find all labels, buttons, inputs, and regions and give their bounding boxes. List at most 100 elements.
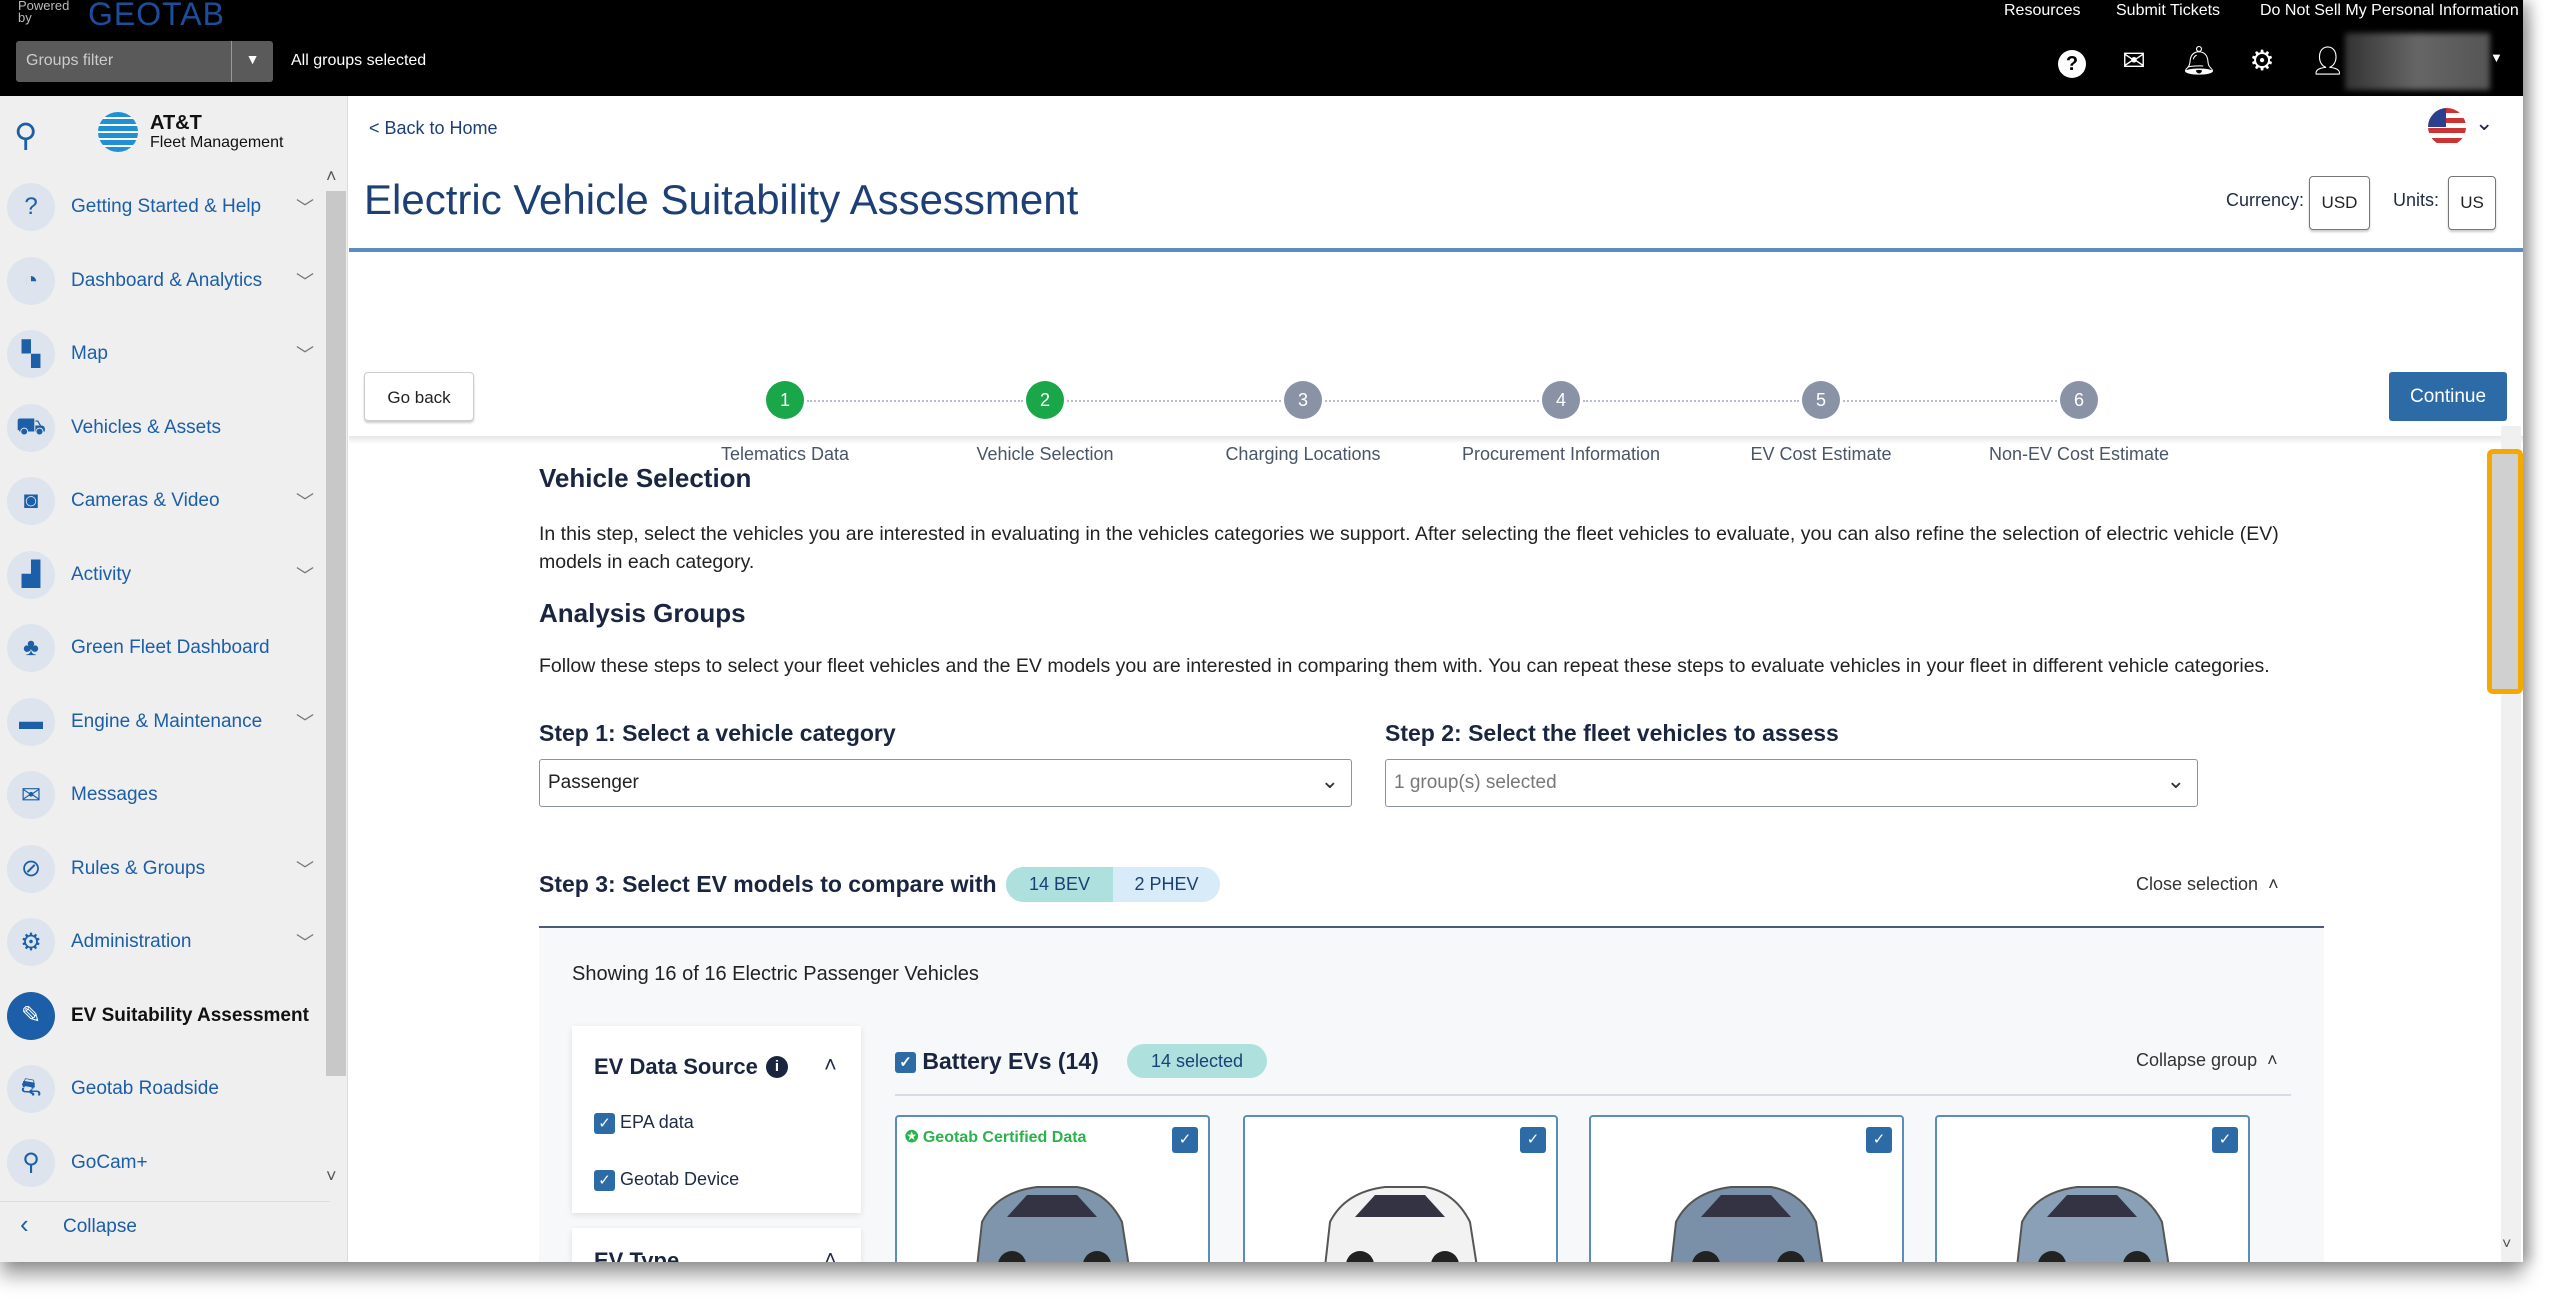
groups-filter-input[interactable]: Groups filter ▼ <box>16 41 273 82</box>
close-selection-label: Close selection <box>2136 874 2259 894</box>
sidebar-item-dashboard-analytics[interactable]: ◔ Dashboard & Analytics ﹀ <box>0 251 330 311</box>
award-icon: ✪ <box>905 1129 919 1146</box>
sidebar-item-rules-groups[interactable]: ⊘ Rules & Groups ﹀ <box>0 839 330 899</box>
step-1[interactable]: 1 Telematics Data <box>655 381 915 465</box>
divider <box>0 1201 330 1202</box>
phev-pill[interactable]: 2 PHEV <box>1113 867 1220 902</box>
info-icon[interactable]: i <box>766 1056 788 1078</box>
card-checkbox[interactable]: ✓ <box>2212 1127 2238 1153</box>
sidebar-item-activity[interactable]: ▟ Activity ﹀ <box>0 545 330 605</box>
ev-data-source-title: EV Data Source <box>594 1054 758 1079</box>
section-heading: Vehicle Selection <box>539 463 752 493</box>
currency-label: Currency: <box>2226 190 2305 210</box>
bev-pill[interactable]: 14 BEV <box>1006 867 1113 902</box>
collapse-button[interactable]: Collapse <box>63 1216 137 1238</box>
scroll-down-icon[interactable]: ˅ <box>2502 1236 2511 1254</box>
ev-type-filter: EV Type ˄ <box>572 1228 861 1262</box>
go-back-button[interactable]: Go back <box>364 372 474 421</box>
step-6[interactable]: 6 Non-EV Cost Estimate <box>1949 381 2209 465</box>
us-flag-icon[interactable] <box>2428 108 2466 146</box>
chevron-down-icon[interactable]: ﹀ <box>296 709 314 735</box>
sidebar-item-label: Vehicles & Assets <box>71 416 221 438</box>
card-checkbox[interactable]: ✓ <box>1172 1127 1198 1153</box>
ev-model-card[interactable]: ✓ <box>1589 1115 1904 1262</box>
main-content: < Back to Home ⌄ Electric Vehicle Suitab… <box>349 96 2523 1262</box>
bell-icon[interactable]: 🔔︎ <box>2181 44 2217 78</box>
gear-icon[interactable]: ⚙ <box>2245 44 2279 78</box>
geotab-device-checkbox[interactable]: ✓ Geotab Device <box>594 1169 739 1191</box>
ev-model-card[interactable]: ✓ <box>1243 1115 1558 1262</box>
activity-icon: ▟ <box>7 550 55 599</box>
language-chevron-icon[interactable]: ⌄ <box>2475 110 2493 136</box>
step-3[interactable]: 3 Charging Locations <box>1173 381 1433 465</box>
showing-count: Showing 16 of 16 Electric Passenger Vehi… <box>572 963 979 985</box>
logo-line1: AT&T <box>150 112 202 134</box>
chevron-down-icon[interactable]: ﹀ <box>296 341 314 367</box>
chevron-down-icon[interactable]: ﹀ <box>296 856 314 882</box>
vehicle-category-select[interactable]: Passenger ⌄ <box>539 759 1352 807</box>
ev-model-card[interactable]: ✓ <box>1935 1115 2250 1262</box>
back-to-home-link[interactable]: < Back to Home <box>369 118 498 139</box>
step-number: 5 <box>1802 381 1840 419</box>
user-icon[interactable]: 👤︎ <box>2310 44 2346 78</box>
sidebar-item-messages[interactable]: ✉ Messages <box>0 765 330 825</box>
chevron-down-icon[interactable]: ﹀ <box>296 488 314 514</box>
sidebar-item-label: Administration <box>71 931 192 952</box>
sidebar-item-geotab-roadside[interactable]: ⛐ Geotab Roadside <box>0 1059 330 1119</box>
sidebar-item-label: Engine & Maintenance <box>71 710 263 732</box>
sidebar-item-getting-started-help[interactable]: ? Getting Started & Help ﹀ <box>0 177 330 237</box>
step-number: 6 <box>2060 381 2098 419</box>
collapse-chevron-icon[interactable]: ‹ <box>20 1209 29 1240</box>
step-number: 4 <box>1542 381 1580 419</box>
close-selection-button[interactable]: Close selection ˄ <box>2136 874 2279 895</box>
search-icon[interactable]: ⚲ <box>14 116 37 154</box>
option-label: EPA data <box>620 1112 694 1132</box>
powered-by-label: Powered by <box>18 0 70 25</box>
help-icon[interactable]: ? <box>2055 44 2089 78</box>
chevron-up-icon[interactable]: ˄ <box>824 1246 837 1262</box>
sidebar-item-vehicles-assets[interactable]: ⛟ Vehicles & Assets <box>0 398 330 458</box>
mail-icon[interactable]: ✉ <box>2117 44 2151 78</box>
sidebar-item-label: Cameras & Video <box>71 490 220 511</box>
currency-button[interactable]: USD <box>2309 176 2370 230</box>
card-checkbox[interactable]: ✓ <box>1866 1127 1892 1153</box>
sidebar-item-green-fleet-dashboard[interactable]: ♣ Green Fleet Dashboard <box>0 618 330 678</box>
sidebar-item-administration[interactable]: ⚙ Administration ﹀ <box>0 912 330 972</box>
battery-evs-group-checkbox[interactable]: ✓ Battery EVs (14) <box>895 1048 1099 1075</box>
chevron-up-icon[interactable]: ˄ <box>824 1052 837 1078</box>
groups-filter-dropdown-icon[interactable]: ▼ <box>231 41 273 82</box>
rules-groups-icon: ⊘ <box>7 844 55 893</box>
step-5[interactable]: 5 EV Cost Estimate <box>1691 381 1951 465</box>
chevron-down-icon[interactable]: ﹀ <box>296 268 314 294</box>
sidebar-item-map[interactable]: ▚ Map ﹀ <box>0 324 330 384</box>
collapse-group-button[interactable]: Collapse group ˄ <box>2136 1050 2278 1071</box>
analysis-text: Follow these steps to select your fleet … <box>539 655 2270 677</box>
sidebar-item-engine-maintenance[interactable]: ▬ Engine & Maintenance ﹀ <box>0 692 330 752</box>
submit-tickets-link[interactable]: Submit Tickets <box>2116 2 2220 20</box>
step-2[interactable]: 2 Vehicle Selection <box>915 381 1175 465</box>
step-4[interactable]: 4 Procurement Information <box>1431 381 1691 465</box>
car-image <box>976 1186 1130 1262</box>
sidebar-item-cameras-video[interactable]: ◙ Cameras & Video ﹀ <box>0 471 330 531</box>
ev-model-card[interactable]: ✪ Geotab Certified Data ✓ <box>895 1115 1210 1262</box>
step-number: 1 <box>766 381 804 419</box>
header-divider <box>349 248 2523 252</box>
user-name-blurred[interactable] <box>2345 33 2490 90</box>
user-menu-chevron-icon[interactable]: ▼ <box>2490 50 2503 65</box>
chevron-down-icon[interactable]: ﹀ <box>296 194 314 220</box>
page-title: Electric Vehicle Suitability Assessment <box>364 176 1079 223</box>
car-image <box>1670 1186 1824 1262</box>
resources-link[interactable]: Resources <box>2004 2 2080 20</box>
continue-button[interactable]: Continue <box>2389 372 2507 421</box>
card-checkbox[interactable]: ✓ <box>1520 1127 1546 1153</box>
chevron-down-icon[interactable]: ﹀ <box>296 929 314 955</box>
main-scrollbar-thumb[interactable] <box>2487 449 2523 694</box>
fleet-vehicles-select[interactable]: 1 group(s) selected ⌄ <box>1385 759 2198 807</box>
epa-data-checkbox[interactable]: ✓ EPA data <box>594 1112 694 1134</box>
do-not-sell-link[interactable]: Do Not Sell My Personal Information <box>2260 2 2519 20</box>
sidebar-scroll-down-icon[interactable]: ˅ <box>326 1166 337 1187</box>
chevron-down-icon[interactable]: ﹀ <box>296 562 314 588</box>
sidebar-item-ev-suitability-assessment[interactable]: ✎ EV Suitability Assessment <box>0 986 330 1046</box>
units-button[interactable]: US <box>2448 176 2496 230</box>
sidebar-item-gocam-[interactable]: ⚲ GoCam+ <box>0 1133 330 1193</box>
